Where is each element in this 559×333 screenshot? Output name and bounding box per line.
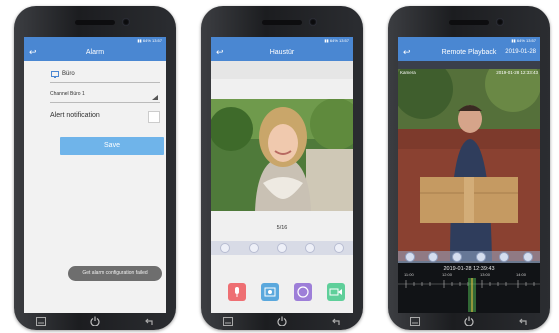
speaker-grill	[449, 20, 489, 25]
front-camera	[122, 18, 130, 26]
hardware-navbar	[14, 312, 176, 330]
pause-icon[interactable]	[220, 243, 231, 253]
playback-date[interactable]: 2019-01-28	[505, 44, 536, 61]
status-bar: ▮▮ 64% 13:57	[398, 37, 540, 44]
alarm-screen: ▮▮ 64% 13:57 ↩ Alarm Büro Channel Büro 1…	[24, 37, 166, 313]
status-bar: ▮▮ 64% 13:57	[24, 37, 166, 44]
fullscreen-icon[interactable]	[523, 252, 534, 262]
dropdown-arrow-icon[interactable]	[152, 95, 158, 100]
speaker-grill	[262, 20, 302, 25]
camera-image	[211, 98, 353, 211]
phone-live-view: ▮▮ 64% 13:57 ↩ Haustür 5/16	[201, 6, 363, 330]
home-square-icon[interactable]	[218, 314, 238, 328]
video-channel-label: Kamera	[400, 70, 416, 75]
home-square-icon[interactable]	[405, 314, 425, 328]
app-bar: ↩ Alarm	[24, 44, 166, 61]
divider	[50, 82, 160, 83]
playback-timeline[interactable]: 2019-01-28 12:39:43 11:00 12:00 13:00 14…	[398, 263, 540, 313]
status-bar: ▮▮ 64% 13:57	[211, 37, 353, 44]
pause-icon[interactable]	[404, 252, 415, 262]
hardware-navbar	[201, 312, 363, 330]
record-icon[interactable]	[499, 252, 510, 262]
stop-icon[interactable]	[276, 243, 287, 253]
camera-image	[398, 56, 540, 261]
fullscreen-icon[interactable]	[333, 243, 344, 253]
toolbar-strip	[211, 61, 353, 79]
snapshot-icon[interactable]	[475, 252, 486, 262]
alert-notification-checkbox[interactable]	[148, 111, 160, 123]
volume-icon[interactable]	[428, 252, 439, 262]
return-icon[interactable]	[513, 314, 533, 328]
toast-message: Get alarm configuration failed	[68, 266, 162, 281]
monitor-icon	[51, 71, 59, 78]
phone-remote-playback: ▮▮ 64% 13:57 ↩ Remote Playback 2019-01-2…	[388, 6, 550, 330]
front-camera	[496, 18, 504, 26]
volume-icon[interactable]	[248, 243, 259, 253]
home-square-icon[interactable]	[31, 314, 51, 328]
power-icon[interactable]	[272, 314, 292, 328]
live-video-feed[interactable]	[211, 98, 353, 211]
channel-select[interactable]: Channel Büro 1	[50, 91, 85, 97]
speaker-grill	[75, 20, 115, 25]
app-bar: ↩ Haustür	[211, 44, 353, 61]
power-icon[interactable]	[85, 314, 105, 328]
divider	[50, 102, 160, 103]
live-view-screen: ▮▮ 64% 13:57 ↩ Haustür 5/16	[211, 37, 353, 313]
return-icon[interactable]	[326, 314, 346, 328]
microphone-icon[interactable]	[228, 283, 246, 301]
front-camera	[309, 18, 317, 26]
timeline-label: 11:00	[404, 272, 414, 277]
quality-icon[interactable]	[305, 243, 316, 253]
timeline-ruler	[398, 278, 540, 312]
alert-notification-label: Alert notification	[50, 112, 100, 119]
page-title: Haustür	[269, 49, 295, 56]
snapshot-icon[interactable]	[261, 283, 279, 301]
phone-alarm: ▮▮ 64% 13:57 ↩ Alarm Büro Channel Büro 1…	[14, 6, 176, 330]
power-icon[interactable]	[459, 314, 479, 328]
remote-playback-screen: ▮▮ 64% 13:57 ↩ Remote Playback 2019-01-2…	[398, 37, 540, 313]
playback-video[interactable]: Kamera 2019-01-28 12:33:43	[398, 56, 540, 261]
playback-controls	[211, 241, 353, 255]
playback-controls	[398, 251, 540, 263]
video-timestamp: 2019-01-28 12:33:43	[496, 70, 538, 75]
device-name: Büro	[62, 71, 75, 77]
timeline-label: 14:00	[516, 272, 527, 277]
save-button[interactable]: Save	[60, 137, 164, 155]
return-icon[interactable]	[139, 314, 159, 328]
speed-icon[interactable]	[452, 252, 463, 262]
hardware-navbar	[388, 312, 550, 330]
page-title: Alarm	[85, 49, 105, 56]
timeline-label: 13:00	[480, 272, 491, 277]
page-indicator: 5/16	[276, 225, 288, 231]
record-icon[interactable]	[294, 283, 312, 301]
video-camera-icon[interactable]	[327, 283, 345, 301]
app-bar: ↩ Remote Playback 2019-01-28	[398, 44, 540, 61]
timeline-label: 12:00	[442, 272, 453, 277]
